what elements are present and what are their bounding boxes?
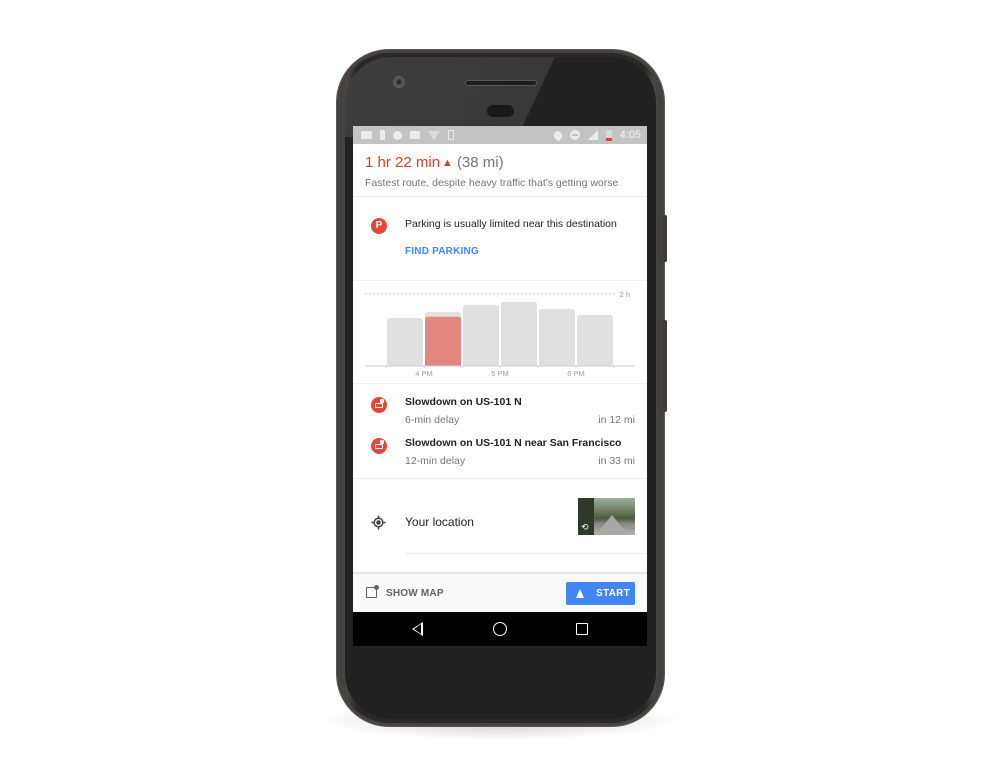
wifi-icon xyxy=(428,130,440,140)
route-distance: (38 mi) xyxy=(456,154,504,171)
route-description: Fastest route, despite heavy traffic tha… xyxy=(365,177,619,189)
android-nav-bar xyxy=(353,612,647,646)
traffic-slowdown-icon xyxy=(371,397,387,413)
back-icon[interactable] xyxy=(412,622,423,636)
typical-traffic-bar xyxy=(501,301,537,366)
typical-traffic-bar xyxy=(577,315,613,366)
location-icon xyxy=(551,128,564,142)
typical-traffic-bar xyxy=(463,304,499,366)
street-view-thumbnail[interactable]: ⟲ xyxy=(578,498,635,535)
front-camera-icon xyxy=(393,76,405,88)
find-parking-button[interactable]: FIND PARKING xyxy=(405,246,479,257)
photos-icon xyxy=(410,131,420,139)
origin-row[interactable]: Your location ⟲ xyxy=(353,480,647,570)
alert-title: Slowdown on US-101 N near San Francisco xyxy=(405,437,622,449)
power-button xyxy=(663,215,667,262)
divider xyxy=(405,553,647,554)
traffic-alerts: Slowdown on US-101 N 6-min delay in 12 m… xyxy=(353,385,647,479)
traffic-alert-item[interactable]: Slowdown on US-101 N 6-min delay in 12 m… xyxy=(353,396,647,436)
navigation-arrow-icon xyxy=(576,589,584,598)
alert-distance: in 12 mi xyxy=(598,414,635,426)
current-traffic-bar xyxy=(425,316,461,366)
alert-delay: 6-min delay xyxy=(405,414,460,426)
x-tick-label: 5 PM xyxy=(491,369,509,378)
gmail-icon xyxy=(361,131,372,139)
earpiece-speaker xyxy=(465,80,537,86)
x-tick-label: 6 PM xyxy=(567,369,585,378)
clock: 4:05 xyxy=(619,129,641,141)
recents-icon[interactable] xyxy=(576,623,588,635)
typical-traffic-bar xyxy=(539,309,575,366)
traffic-chart-svg: 2 h 4 PM 5 PM 6 PM xyxy=(365,290,635,378)
battery-low-icon xyxy=(605,129,612,141)
origin-label: Your location xyxy=(405,515,474,529)
my-location-icon xyxy=(371,515,386,530)
arrow-up-icon: ▲ xyxy=(442,156,453,169)
do-not-disturb-icon xyxy=(569,130,580,140)
street-view-rotate-icon: ⟲ xyxy=(581,522,589,532)
proximity-sensor xyxy=(487,105,514,117)
parking-card: P Parking is usually limited near this d… xyxy=(353,198,647,281)
alert-delay: 12-min delay xyxy=(405,455,466,467)
parking-icon: P xyxy=(371,218,387,234)
status-bar: 4:05 xyxy=(353,126,647,144)
route-duration: 1 hr 22 min xyxy=(365,154,441,171)
alert-distance: in 33 mi xyxy=(598,455,635,467)
alert-title: Slowdown on US-101 N xyxy=(405,396,522,408)
home-icon[interactable] xyxy=(493,622,507,636)
traffic-alert-item[interactable]: Slowdown on US-101 N near San Francisco … xyxy=(353,437,647,477)
hangouts-icon xyxy=(393,130,402,140)
parking-message: Parking is usually limited near this des… xyxy=(405,218,617,230)
phone-screen: 4:05 1 hr 22 min ▲ (38 mi) Fastest route… xyxy=(353,126,647,646)
start-label: START xyxy=(596,588,631,599)
alert-icon xyxy=(380,130,385,140)
traffic-chart: 2 h 4 PM 5 PM 6 PM xyxy=(353,282,647,384)
map-icon xyxy=(366,585,379,598)
reference-line-label: 2 h xyxy=(620,290,630,299)
lte-signal-icon xyxy=(587,130,598,140)
phone-notification-icon xyxy=(448,130,454,140)
bottom-action-bar: SHOW MAP START xyxy=(353,572,647,612)
traffic-slowdown-icon xyxy=(371,438,387,454)
x-tick-label: 4 PM xyxy=(415,369,433,378)
route-summary: 1 hr 22 min ▲ (38 mi) Fastest route, des… xyxy=(353,144,647,197)
show-map-button[interactable]: SHOW MAP xyxy=(386,588,444,599)
start-navigation-button[interactable]: START xyxy=(566,582,635,605)
typical-traffic-bar xyxy=(387,318,423,366)
volume-button xyxy=(663,320,667,412)
